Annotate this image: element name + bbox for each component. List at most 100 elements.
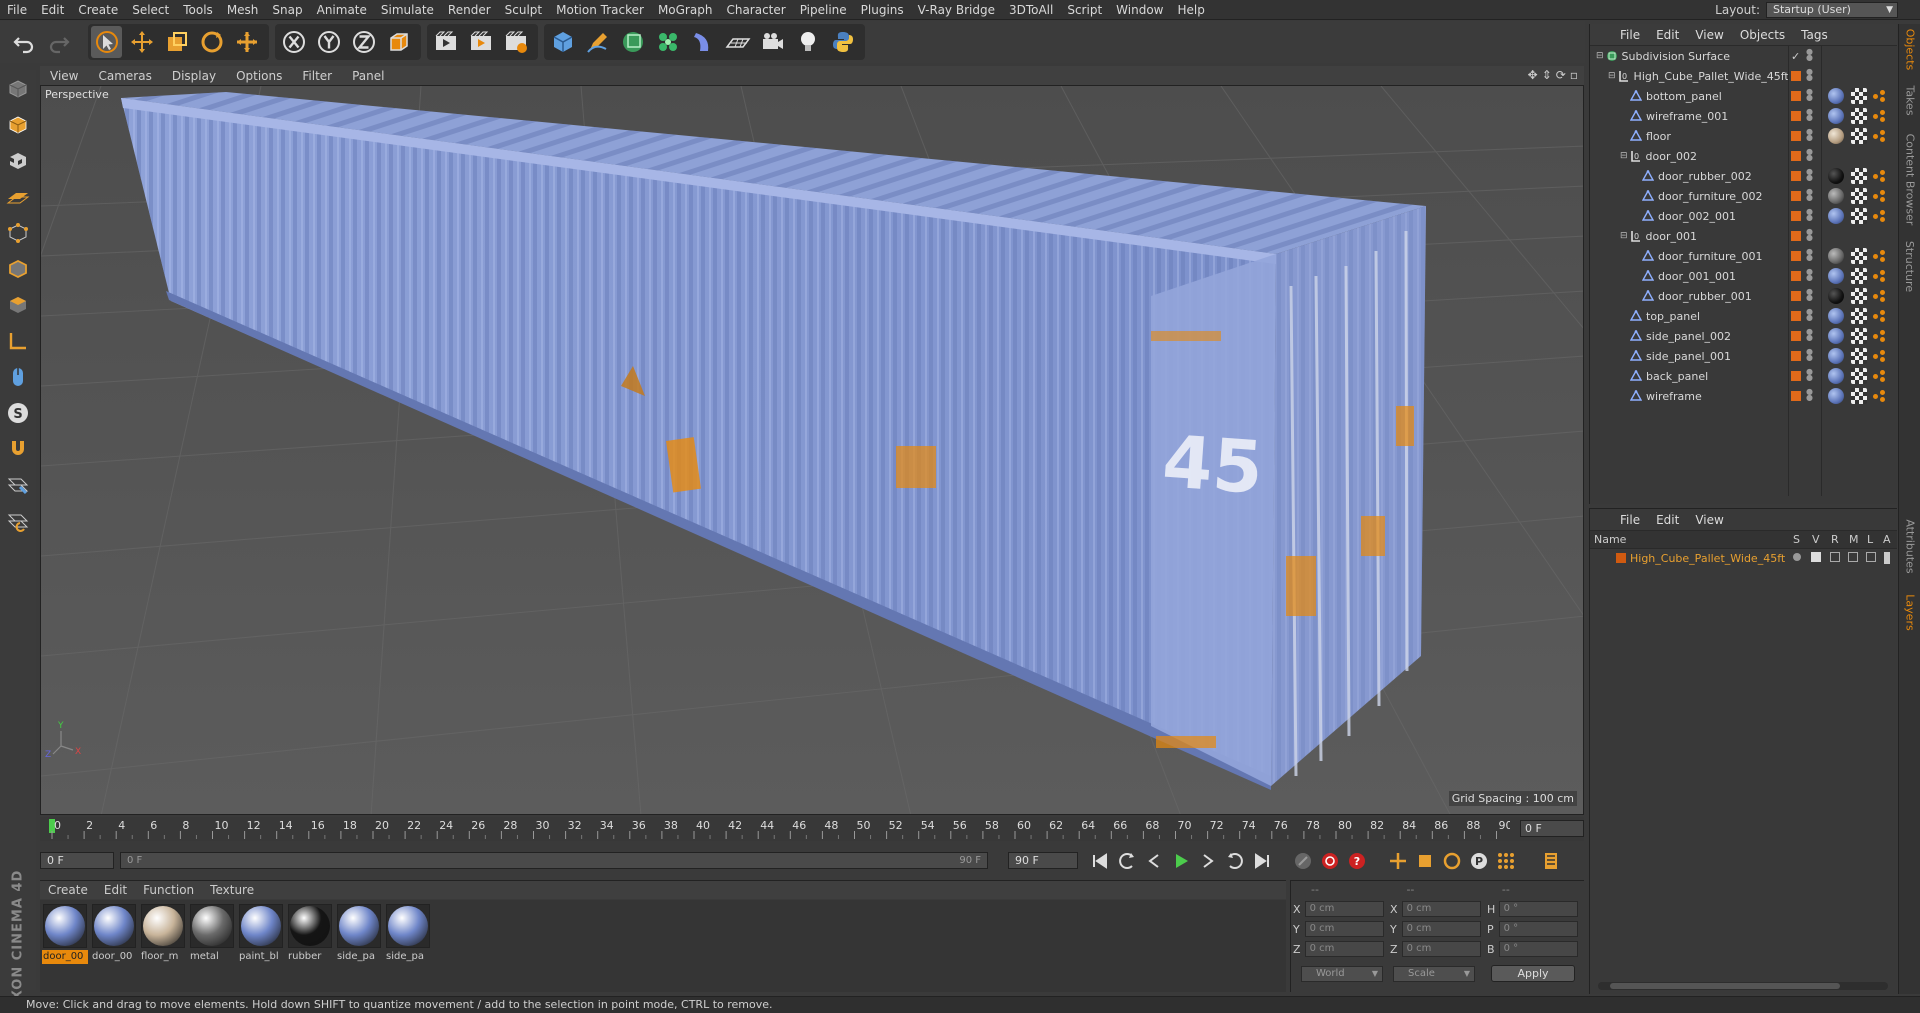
current-frame-field[interactable]: 0 F [1520,820,1584,837]
perspective-viewport[interactable]: 45 X Y Z Perspective Grid Spacing : 100 … [40,85,1584,815]
visibility-dots[interactable]: ● ● [1806,348,1813,362]
cloner-icon[interactable] [652,26,683,58]
pan-icon[interactable]: ✥ [1528,68,1538,82]
phong-tag-icon[interactable] [1871,368,1887,384]
uvw-tag-icon[interactable] [1851,108,1867,124]
select-icon[interactable] [91,26,122,58]
undo-icon[interactable] [8,26,39,58]
viewport-menu-filter[interactable]: Filter [292,69,342,83]
material-tag-icon[interactable] [1828,108,1844,124]
menu-mograph[interactable]: MoGraph [651,0,720,20]
world-coords-icon[interactable] [383,26,414,58]
menu-tools[interactable]: Tools [176,0,220,20]
key-scale-icon[interactable] [1413,849,1437,873]
goto-end-icon[interactable] [1250,849,1274,873]
expand-icon[interactable]: ⊟ [1596,51,1604,61]
layer-color-box[interactable] [1791,371,1801,381]
axis-mode-icon[interactable] [3,326,33,356]
cube-icon[interactable] [547,26,578,58]
material-tag-icon[interactable] [1828,328,1844,344]
material-menu-create[interactable]: Create [40,883,96,897]
layer-visible-toggle[interactable] [1811,552,1821,562]
viewport-menu-cameras[interactable]: Cameras [88,69,161,83]
subdivision-icon[interactable] [617,26,648,58]
om-menu-objects[interactable]: Objects [1732,28,1793,42]
key-parameter-icon[interactable]: P [1467,849,1491,873]
end-frame-field[interactable]: 90 F [1008,852,1078,869]
make-editable-icon[interactable] [3,74,33,104]
timeline-window-icon[interactable] [1539,849,1563,873]
layer-color-box[interactable] [1791,291,1801,301]
layer-row[interactable]: High_Cube_Pallet_Wide_45ft [1590,549,1897,567]
prev-key-icon[interactable] [1115,849,1139,873]
solo-icon[interactable]: S [3,398,33,428]
object-row-door-002-001[interactable]: door_002_001 ● ● [1590,206,1897,226]
object-row-door-furniture-001[interactable]: door_furniture_001 ● ● [1590,246,1897,266]
menu-motion-tracker[interactable]: Motion Tracker [549,0,651,20]
scrollbar-thumb[interactable] [1610,983,1840,989]
workplane-icon[interactable] [3,182,33,212]
visibility-dots[interactable]: ● ● [1806,108,1813,122]
rotation-field[interactable]: 0 ° [1498,901,1578,917]
material-tag-icon[interactable] [1828,288,1844,304]
position-field[interactable]: 0 cm [1304,921,1384,937]
enabled-check-icon[interactable]: ✓ [1791,50,1800,63]
pen-icon[interactable] [582,26,613,58]
menu-character[interactable]: Character [719,0,792,20]
phong-tag-icon[interactable] [1871,168,1887,184]
material-tag-icon[interactable] [1828,208,1844,224]
layer-color-box[interactable] [1791,251,1801,261]
object-row-bottom-panel[interactable]: bottom_panel ● ● [1590,86,1897,106]
key-position-icon[interactable] [1386,849,1410,873]
menu-vray-bridge[interactable]: V-Ray Bridge [911,0,1002,20]
layer-color-box[interactable] [1791,311,1801,321]
uvw-tag-icon[interactable] [1851,308,1867,324]
phong-tag-icon[interactable] [1871,328,1887,344]
menu-help[interactable]: Help [1170,0,1211,20]
material-tag-icon[interactable] [1828,88,1844,104]
visibility-dots[interactable]: ● ● [1806,128,1813,142]
menu-select[interactable]: Select [125,0,176,20]
uvw-tag-icon[interactable] [1851,368,1867,384]
menu-file[interactable]: File [0,0,34,20]
object-row-floor[interactable]: floor ● ● [1590,126,1897,146]
menu-edit[interactable]: Edit [34,0,71,20]
layer-color-box[interactable] [1791,191,1801,201]
uvw-tag-icon[interactable] [1851,208,1867,224]
layer-manager-toggle[interactable] [1848,552,1858,562]
object-row-wireframe-001[interactable]: wireframe_001 ● ● [1590,106,1897,126]
z-axis-icon[interactable] [348,26,379,58]
render-settings-icon[interactable] [500,26,531,58]
expand-icon[interactable]: ⊟ [1620,231,1628,241]
phong-tag-icon[interactable] [1871,248,1887,264]
visibility-dots[interactable]: ● ● [1806,168,1813,182]
tab-structure[interactable]: Structure [1901,238,1919,294]
timeline-ruler[interactable]: 0 2 4 6 8 10 12 14 16 18 20 22 24 26 28 30 32 34 36 38 40 42 4… [40,817,1584,841]
uvw-tag-icon[interactable] [1851,128,1867,144]
deformer-icon[interactable] [687,26,718,58]
phong-tag-icon[interactable] [1871,288,1887,304]
visibility-dots[interactable]: ● ● [1806,188,1813,202]
tab-objects[interactable]: Objects [1901,24,1919,74]
animation-snap-icon[interactable] [3,506,33,536]
apply-button[interactable]: Apply [1491,965,1575,982]
layer-lock-toggle[interactable] [1866,552,1876,562]
phong-tag-icon[interactable] [1871,208,1887,224]
start-frame-field[interactable]: 0 F [40,852,114,869]
visibility-dots[interactable]: ● ● [1806,208,1813,222]
object-row-door-002[interactable]: ⊟ 0 door_002 ● ● [1590,146,1897,166]
material-menu-texture[interactable]: Texture [202,883,262,897]
phong-tag-icon[interactable] [1871,348,1887,364]
python-icon[interactable] [827,26,858,58]
phong-tag-icon[interactable] [1871,108,1887,124]
material-swatch[interactable]: door_00 [91,904,137,988]
lm-menu-file[interactable]: File [1612,513,1648,527]
layer-color-box[interactable] [1791,111,1801,121]
viewport-menu-panel[interactable]: Panel [342,69,394,83]
visibility-dots[interactable]: ● ● [1806,308,1813,322]
visibility-dots[interactable]: ● ● [1806,48,1813,62]
uvw-tag-icon[interactable] [1851,348,1867,364]
viewport-menu-view[interactable]: View [40,69,88,83]
uvw-tag-icon[interactable] [1851,288,1867,304]
om-menu-file[interactable]: File [1612,28,1648,42]
